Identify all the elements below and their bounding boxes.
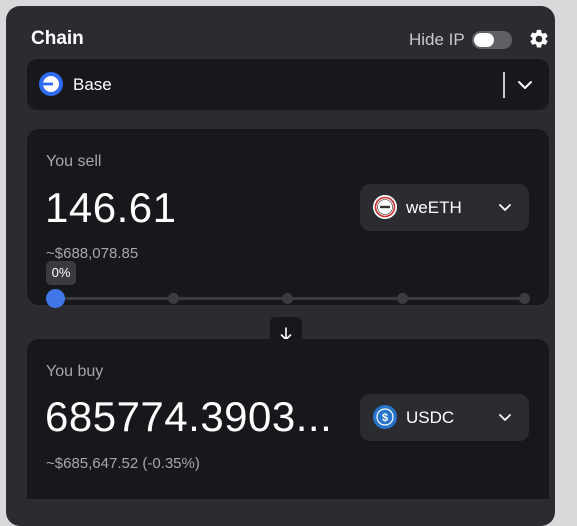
slider-step-50[interactable] [282, 293, 293, 304]
buy-card: You buy 685774.3903... ~$685,647.52 (-0.… [27, 339, 549, 499]
chevron-down-icon [499, 204, 511, 211]
sell-label: You sell [46, 153, 102, 170]
sell-card: You sell 146.61 ~$688,078.85 weETH 0% [27, 129, 549, 308]
chain-selector[interactable]: Base [27, 59, 549, 110]
slider-step-25[interactable] [168, 293, 179, 304]
buy-amount-output: 685774.3903... [45, 393, 333, 440]
slider-step-75[interactable] [397, 293, 408, 304]
weeth-token-icon [373, 195, 397, 219]
buy-token-name: USDC [406, 408, 455, 427]
sell-amount-input[interactable]: 146.61 [45, 184, 176, 232]
sell-token-name: weETH [406, 198, 462, 217]
usdc-token-icon: $ [373, 405, 397, 429]
svg-text:$: $ [382, 412, 388, 424]
sell-token-selector[interactable]: weETH [360, 184, 529, 231]
buy-token-selector[interactable]: $ USDC [360, 394, 529, 441]
chain-header: Chain Hide IP [0, 0, 577, 60]
chevron-down-icon[interactable] [515, 75, 535, 95]
hide-ip-toggle[interactable] [472, 31, 512, 49]
chain-title: Chain [31, 28, 84, 49]
slider-step-100[interactable] [519, 293, 530, 304]
buy-usd-value: ~$685,647.52 (-0.35%) [46, 455, 200, 472]
slider-percent-tooltip: 0% [46, 261, 76, 285]
hide-ip-label: Hide IP [409, 30, 465, 49]
sell-usd-value: ~$688,078.85 [46, 245, 139, 262]
toggle-knob [474, 33, 494, 47]
base-logo-icon [39, 72, 63, 96]
gear-icon[interactable] [528, 28, 550, 50]
chevron-down-icon [499, 414, 511, 421]
buy-label: You buy [46, 363, 104, 380]
slider-thumb[interactable] [46, 289, 65, 308]
chain-name: Base [73, 75, 112, 94]
selector-divider [503, 72, 505, 98]
